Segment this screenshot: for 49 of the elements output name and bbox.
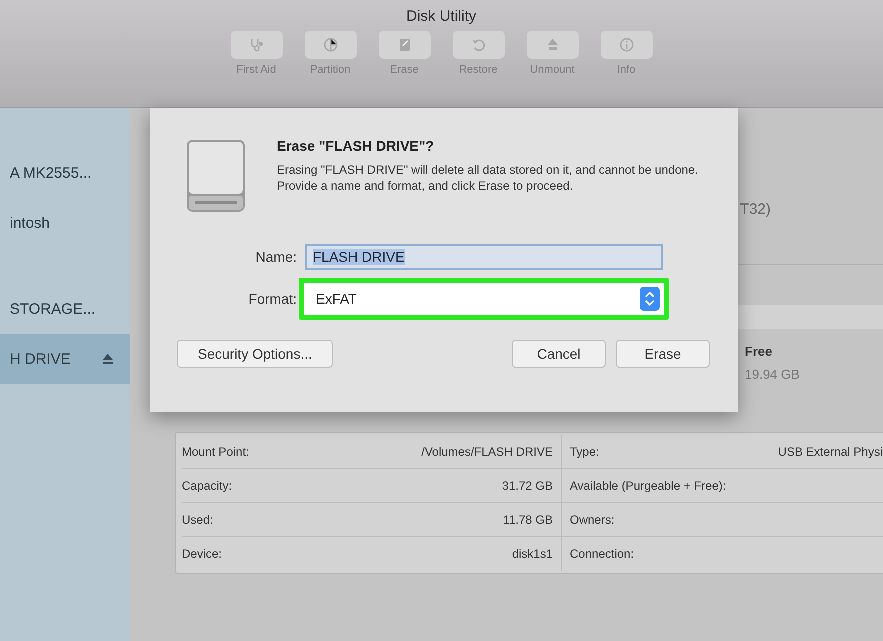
- table-cell: Available (Purgeable + Free):: [570, 478, 726, 492]
- toolbar-label: Info: [617, 64, 636, 76]
- eject-icon[interactable]: [102, 353, 114, 365]
- toolbar-button[interactable]: [378, 31, 430, 59]
- table-cell: Device:: [182, 547, 222, 561]
- table-cell: disk1s1: [512, 547, 553, 561]
- table-cell: Type:: [570, 444, 600, 458]
- info-icon: [618, 37, 634, 53]
- free-label: Free: [745, 344, 772, 359]
- format-dropdown[interactable]: ExFAT: [304, 283, 664, 315]
- table-cell: 11.78 GB: [503, 512, 553, 526]
- table-cell: /Volumes/FLASH DRIVE: [422, 444, 553, 458]
- table-cell: USB External Physi: [778, 444, 883, 458]
- table-cell: Used:: [182, 512, 214, 526]
- toolbar-label: First Aid: [236, 64, 276, 76]
- toolbar-button[interactable]: [452, 31, 504, 59]
- sidebar-item[interactable]: A MK2555...: [0, 148, 130, 198]
- name-field[interactable]: FLASH DRIVE: [305, 244, 663, 270]
- sidebar-item[interactable]: STORAGE...: [0, 284, 130, 334]
- toolbar-button[interactable]: [600, 31, 652, 59]
- drive-icon: [185, 138, 247, 214]
- sidebar-item[interactable]: intosh: [0, 198, 130, 248]
- restore-icon: [470, 37, 486, 53]
- toolbar-button[interactable]: [304, 31, 356, 59]
- window-title: Disk Utility: [406, 8, 476, 25]
- toolbar-label: Restore: [459, 64, 498, 76]
- pie-icon: [322, 37, 338, 53]
- toolbar-button[interactable]: [526, 31, 578, 59]
- format-label: Format:: [248, 291, 297, 307]
- dialog-button[interactable]: Security Options...: [177, 340, 334, 368]
- dialog-button[interactable]: Erase: [616, 340, 710, 368]
- free-value: 19.94 GB: [745, 367, 800, 382]
- table-cell: Capacity:: [182, 478, 232, 492]
- sidebar-item[interactable]: H DRIVE: [0, 334, 130, 384]
- table-cell: Mount Point:: [182, 444, 250, 458]
- toolbar-button[interactable]: [230, 31, 282, 59]
- table-cell: Connection:: [570, 547, 634, 561]
- toolbar-label: Unmount: [530, 64, 575, 76]
- name-label: Name:: [254, 249, 297, 265]
- toolbar-label: Erase: [390, 64, 419, 76]
- dialog-button[interactable]: Cancel: [512, 340, 606, 368]
- dialog-message: Erasing "FLASH DRIVE" will delete all data stored on it, and cannot be undone. Provide a name and format, and click Erase to proceed.: [277, 162, 700, 194]
- dialog-title: Erase "FLASH DRIVE"?: [277, 138, 436, 154]
- table-cell: Owners:: [570, 512, 615, 526]
- format-text: T32): [740, 201, 771, 218]
- stepper-icon: [640, 287, 660, 311]
- stethoscope-icon: [248, 37, 264, 53]
- toolbar-label: Partition: [310, 64, 351, 76]
- table-cell: 31.72 GB: [502, 478, 553, 492]
